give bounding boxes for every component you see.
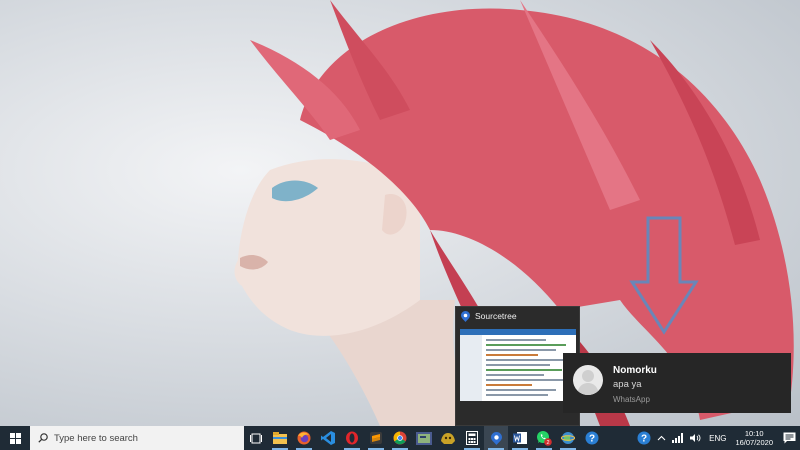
svg-text:?: ? [589, 434, 595, 445]
firefox-icon [297, 431, 311, 445]
taskbar-chrome[interactable] [388, 426, 412, 450]
sourcetree-icon [490, 431, 502, 445]
task-view-button[interactable] [244, 426, 268, 450]
avatar [573, 365, 603, 395]
search-box[interactable]: Type here to search [30, 426, 244, 450]
whatsapp-icon: 2 [537, 431, 552, 446]
network-button[interactable] [669, 426, 687, 450]
game-app-icon [441, 433, 455, 444]
terminal-app-icon [416, 431, 432, 445]
preview-thumbnail[interactable] [460, 329, 576, 401]
user-avatar-icon [577, 370, 599, 395]
taskbar-globe-app[interactable] [556, 426, 580, 450]
taskbar-whatsapp[interactable]: 2 [532, 426, 556, 450]
task-view-icon [250, 433, 262, 443]
sourcetree-preview[interactable]: Sourcetree [455, 306, 580, 426]
preview-header: Sourcetree [456, 307, 579, 325]
speaker-icon [690, 434, 701, 442]
help-icon: ? [585, 431, 599, 445]
start-button[interactable] [0, 426, 30, 450]
tray-help-button[interactable]: ? [634, 426, 654, 450]
clock[interactable]: 10:10 16/07/2020 [730, 429, 778, 447]
taskbar-calculator[interactable] [460, 426, 484, 450]
file-explorer-icon [273, 432, 287, 444]
notification-message: apa ya [613, 379, 642, 390]
notification-sender: Nomorku [613, 365, 657, 376]
chevron-up-icon [657, 435, 666, 441]
search-icon [38, 433, 48, 443]
sourcetree-logo-icon [461, 310, 470, 322]
taskbar-sourcetree[interactable] [484, 426, 508, 450]
clock-time: 10:10 [744, 429, 764, 438]
windows-logo-icon [9, 432, 21, 444]
language-indicator[interactable]: ENG [705, 434, 730, 443]
help-icon: ? [637, 431, 651, 445]
taskbar-terminal-app[interactable] [412, 426, 436, 450]
taskbar-word[interactable] [508, 426, 532, 450]
notification-icon [783, 432, 795, 444]
taskbar-sublime-text[interactable] [364, 426, 388, 450]
calculator-icon [466, 431, 478, 445]
clock-date: 16/07/2020 [735, 438, 773, 447]
taskbar-help[interactable]: ? [580, 426, 604, 450]
globe-app-icon [561, 432, 575, 444]
search-placeholder: Type here to search [54, 432, 138, 444]
opera-icon [346, 431, 358, 445]
taskbar-file-explorer[interactable] [268, 426, 292, 450]
notification-app-name: WhatsApp [613, 395, 650, 404]
preview-title: Sourcetree [475, 311, 517, 321]
taskbar-opera[interactable] [340, 426, 364, 450]
svg-text:?: ? [641, 434, 647, 445]
system-tray: ? ENG 10:10 16/07/2020 [634, 426, 800, 450]
whatsapp-notification[interactable]: Nomorku apa ya WhatsApp [563, 353, 791, 413]
taskbar-vscode[interactable] [316, 426, 340, 450]
volume-button[interactable] [687, 426, 705, 450]
taskbar-firefox[interactable] [292, 426, 316, 450]
chrome-icon [393, 431, 407, 445]
show-hidden-icons-button[interactable] [654, 426, 669, 450]
network-icon [672, 433, 684, 443]
action-center-button[interactable] [778, 426, 800, 450]
taskbar-game-app[interactable] [436, 426, 460, 450]
sublime-text-icon [370, 432, 382, 444]
vscode-icon [321, 431, 335, 445]
taskbar: Type here to search 2 ? ? ENG 10:10 16/0… [0, 426, 800, 450]
whatsapp-badge: 2 [546, 440, 549, 446]
word-icon [513, 432, 527, 444]
